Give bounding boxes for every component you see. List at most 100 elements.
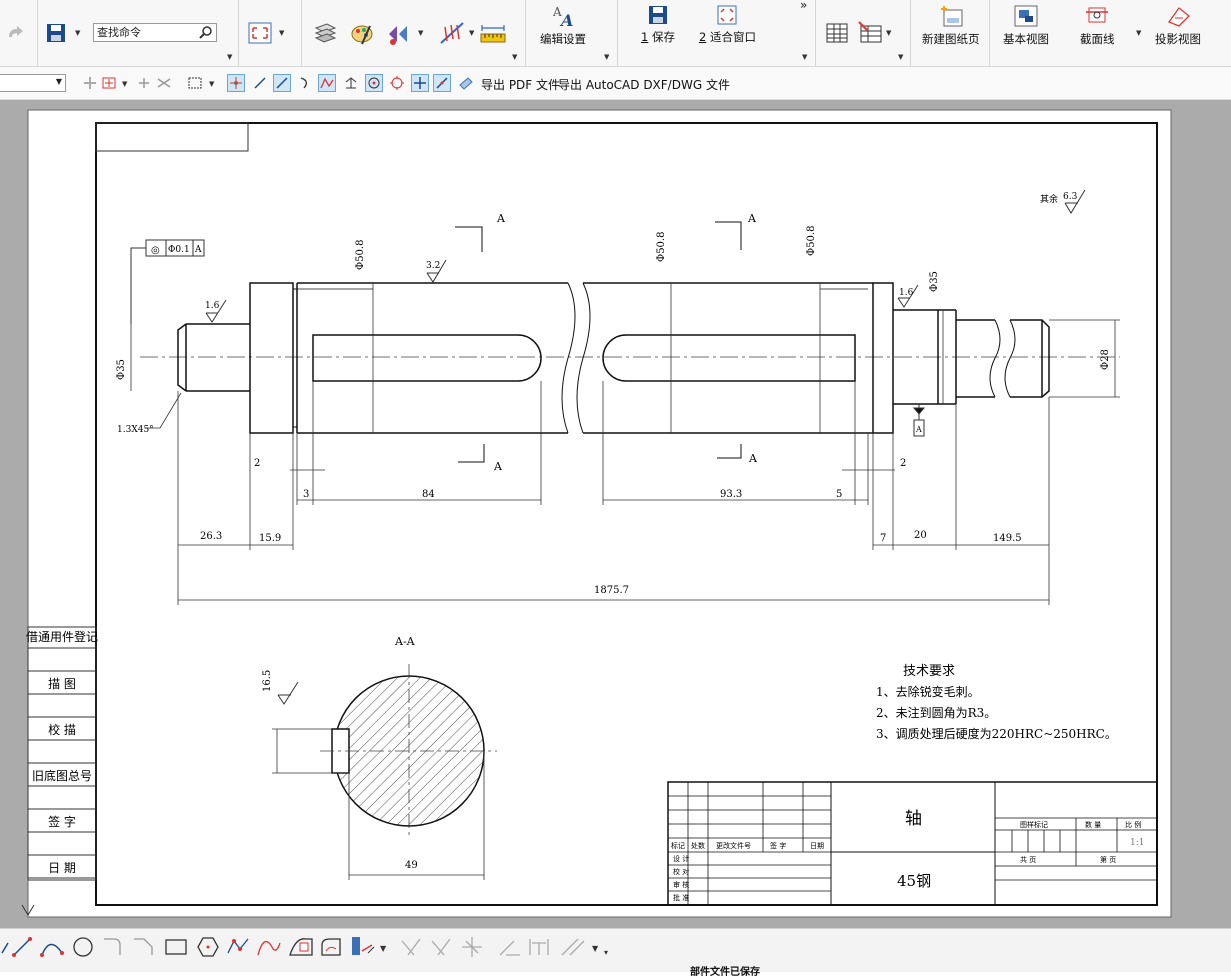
sketch-constraint-icon[interactable] xyxy=(561,938,585,956)
snap-perpendicular-icon[interactable] xyxy=(342,74,360,92)
selection-filter-select[interactable]: ▼ xyxy=(0,74,66,92)
tb-sheet-number: 第 页 xyxy=(1100,855,1116,864)
fit-view-icon[interactable] xyxy=(248,22,272,48)
sketch-pattern-icon[interactable] xyxy=(321,938,341,956)
sketch-polygon-icon[interactable] xyxy=(197,937,219,957)
new-sheet-button[interactable]: 新建图纸页 xyxy=(922,4,980,50)
fit-window-icon xyxy=(717,5,737,25)
export-dxf-button[interactable]: 导出 AutoCAD DXF/DWG 文件 xyxy=(558,76,730,93)
snap-filter-icon[interactable] xyxy=(100,74,118,92)
export-pdf-button[interactable]: 导出 PDF 文件 xyxy=(481,76,560,93)
table-icon[interactable] xyxy=(826,22,848,48)
roughness-value-2: 1.6 xyxy=(205,301,220,311)
sketch-spline-icon[interactable] xyxy=(227,938,249,954)
section-marker-1: A xyxy=(496,212,506,225)
projected-view-button[interactable]: 投影视图 xyxy=(1155,4,1201,50)
snap-point-icon[interactable] xyxy=(135,74,153,92)
sketch-constraint-caret[interactable]: ▼ xyxy=(592,944,599,953)
sketch-mirror-icon[interactable] xyxy=(352,937,375,955)
tb-hdr-count: 处数 xyxy=(691,841,705,850)
grid-snap-icon[interactable] xyxy=(439,21,465,49)
ribbon-overflow-button[interactable]: » xyxy=(800,0,807,12)
chamfer-label: 1.3X45° xyxy=(117,425,154,435)
tb-material: 45钢 xyxy=(897,872,931,890)
save-hotkey: 1 xyxy=(641,30,649,44)
sketch-profile-icon[interactable] xyxy=(1,942,9,954)
parts-list-icon[interactable] xyxy=(857,20,883,48)
fit-window-label: 适合窗口 xyxy=(709,30,756,44)
section-line-label: 截面线 xyxy=(1080,32,1115,46)
display-mode-icon[interactable] xyxy=(387,22,413,50)
sketch-line-icon[interactable] xyxy=(12,937,32,957)
tb-hdr-change-doc: 更改文件号 xyxy=(716,841,751,850)
search-placeholder: 查找命令 xyxy=(97,26,141,39)
tb-hdr-date: 日期 xyxy=(810,842,824,850)
snap-line-icon[interactable] xyxy=(251,74,269,92)
snap-toolbar: ▼ ▼ ▼ 导出 PDF 文件 导出 AutoCAD DXF/DWG 文件 xyxy=(0,67,1231,100)
snap-move-icon[interactable] xyxy=(81,74,99,92)
search-input[interactable]: 查找命令 xyxy=(93,23,217,42)
snap-curve-icon[interactable] xyxy=(296,74,314,92)
ribbon-toolbar: ▼ 查找命令 ▼ ▼ ▼ ▼ ▼ AA 编辑设置 ▼ 1 保存 2 适合窗口 »… xyxy=(0,0,1231,67)
export-shortcut-icon[interactable] xyxy=(457,74,475,92)
section-marker-2: A xyxy=(493,460,503,473)
strip-label-check: 校 描 xyxy=(48,722,76,737)
snap-intersect-icon[interactable] xyxy=(155,74,173,92)
fit-hotkey: 2 xyxy=(699,30,707,44)
tb-role-check: 校 对 xyxy=(673,867,689,876)
toolbar-options-caret[interactable]: ▾ xyxy=(604,948,608,957)
measure-ruler-icon[interactable] xyxy=(480,24,506,48)
strip-label-sign: 签 字 xyxy=(48,814,76,829)
save-dropdown-icon[interactable] xyxy=(46,23,66,47)
sketch-offset-curve-icon[interactable] xyxy=(289,938,313,956)
fcf-datum: A xyxy=(194,245,202,255)
edit-settings-button[interactable]: AA 编辑设置 xyxy=(540,4,586,50)
tb-weight: 数 量 xyxy=(1085,820,1101,829)
snap-center-icon[interactable] xyxy=(365,74,383,92)
section-line-icon xyxy=(1086,7,1109,23)
sketch-trim-icon[interactable] xyxy=(401,938,421,956)
sketch-fillet-icon[interactable] xyxy=(104,938,121,955)
sketch-rectangle-icon[interactable] xyxy=(165,939,187,955)
selection-box-icon[interactable] xyxy=(186,74,204,92)
sketch-arc-icon[interactable] xyxy=(40,943,64,957)
base-view-button[interactable]: 基本视图 xyxy=(1003,4,1049,50)
sketch-circle-icon[interactable] xyxy=(73,937,93,957)
fit-window-button[interactable]: 2 适合窗口 xyxy=(699,4,756,50)
sketch-split-icon[interactable] xyxy=(462,937,482,957)
roughness-other-label: 其余 xyxy=(1040,193,1058,205)
strip-label-trace: 描 图 xyxy=(48,677,76,691)
snap-midpoint-icon[interactable] xyxy=(273,74,291,92)
sketch-extend-icon[interactable] xyxy=(431,938,451,956)
sketch-tools-strip: ▼ ▼ ▾ xyxy=(1,937,608,957)
section-line-button[interactable]: 截面线 xyxy=(1080,4,1115,50)
tb-role-review: 审 核 xyxy=(673,880,689,889)
edit-settings-label: 编辑设置 xyxy=(540,32,586,46)
save-label: 保存 xyxy=(651,30,675,44)
color-palette-icon[interactable] xyxy=(350,22,374,50)
sketch-make-corner-icon[interactable] xyxy=(499,940,520,956)
strip-label-borrow: 借通用件登记 xyxy=(26,629,98,644)
snap-quadrant-icon[interactable] xyxy=(388,74,406,92)
sketch-chamfer-icon[interactable] xyxy=(134,938,153,955)
save-button[interactable]: 1 保存 xyxy=(641,4,675,50)
roughness-value-1: 3.2 xyxy=(426,261,440,271)
search-icon[interactable] xyxy=(199,25,213,44)
redo-icon[interactable] xyxy=(6,24,24,43)
sketch-more-caret[interactable]: ▼ xyxy=(380,944,387,953)
sketch-dimension-icon[interactable] xyxy=(529,939,549,955)
snap-on-curve-icon[interactable] xyxy=(433,74,451,92)
snap-crosshair-icon[interactable] xyxy=(411,74,429,92)
sketch-studio-spline-icon[interactable] xyxy=(257,940,281,956)
dim-keyway-depth: 16.5 xyxy=(262,670,273,692)
tech-requirement-2: 2、未注到圆角为R3。 xyxy=(876,705,996,720)
dim-2-left: 2 xyxy=(254,458,260,469)
layer-settings-icon[interactable] xyxy=(313,22,337,50)
dia-label-5: Φ35 xyxy=(116,359,127,380)
snap-tangent-icon[interactable] xyxy=(318,74,336,92)
drawing-canvas[interactable]: 借通用件登记 描 图 校 描 旧底图总号 签 字 日 期 A A A A ◎ Φ… xyxy=(0,100,1231,928)
datum-a-label: A xyxy=(915,425,922,434)
projected-view-icon xyxy=(1167,7,1190,27)
snap-endpoint-icon[interactable] xyxy=(227,74,245,92)
base-view-icon xyxy=(1014,5,1038,27)
